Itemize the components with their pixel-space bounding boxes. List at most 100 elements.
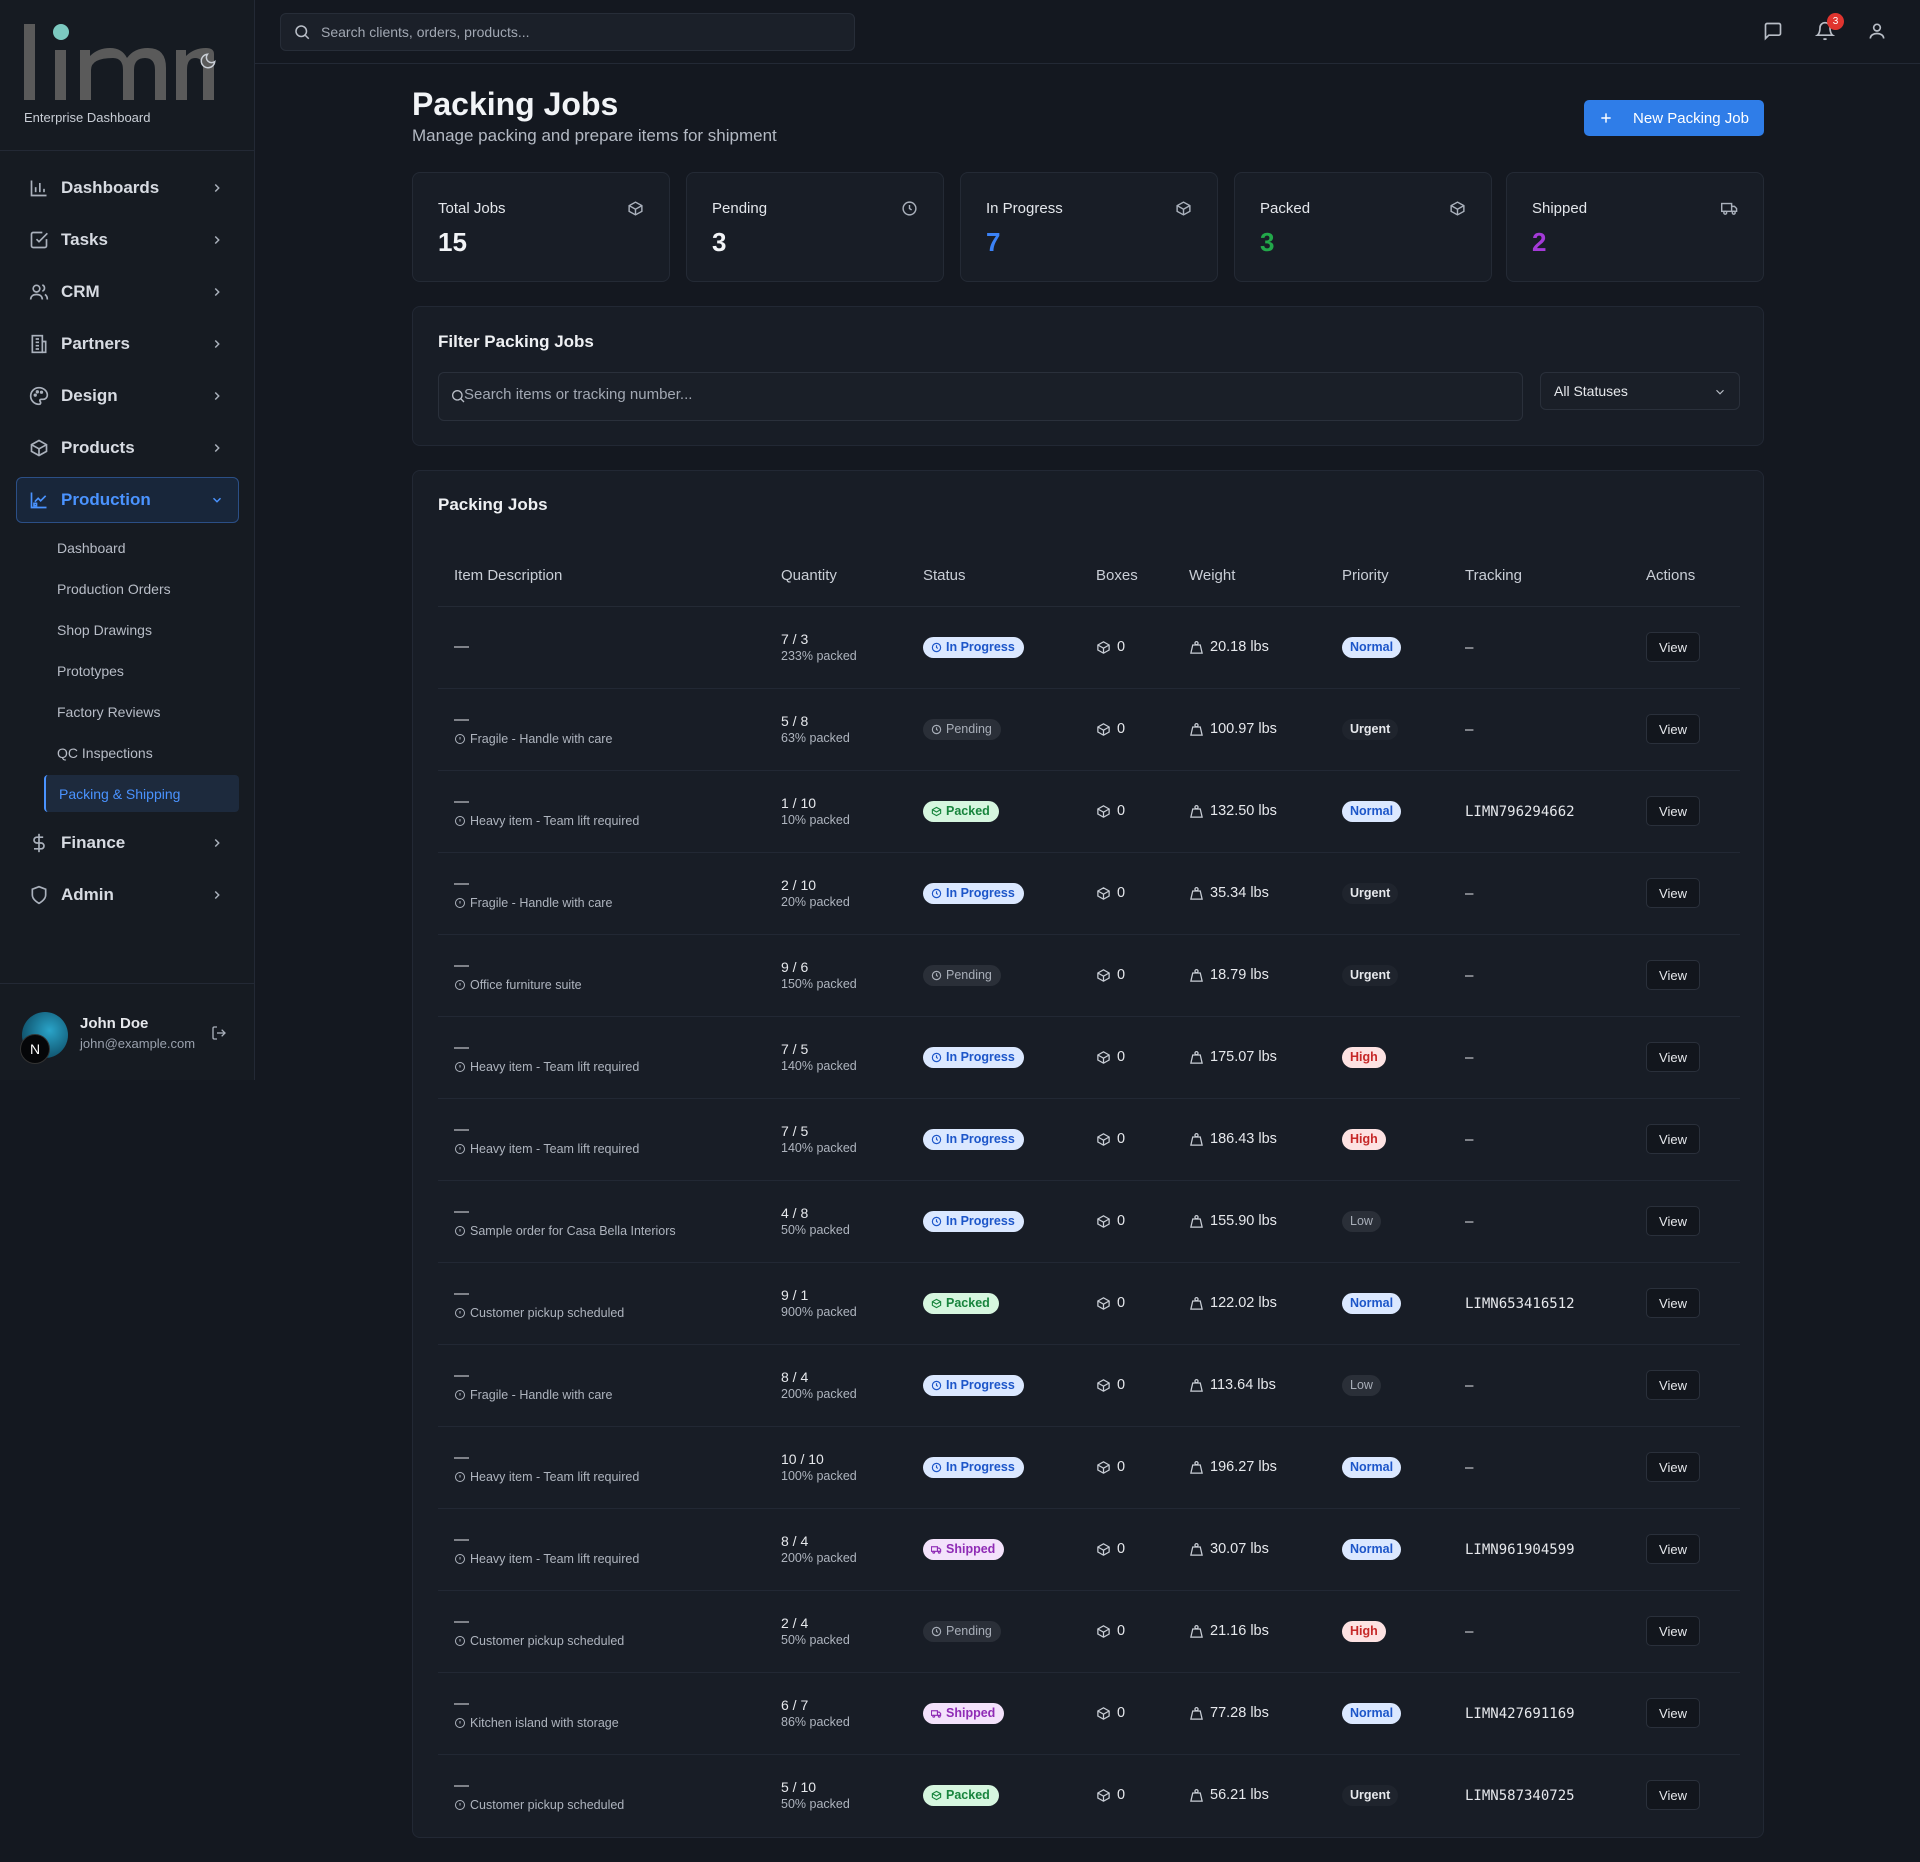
item-note-text: Heavy item - Team lift required bbox=[470, 1470, 640, 1484]
table-row[interactable]: — Heavy item - Team lift required 8 / 4 20… bbox=[438, 1508, 1740, 1591]
priority-badge: Normal bbox=[1342, 800, 1402, 822]
column-header[interactable]: Item Description bbox=[438, 546, 765, 607]
view-button[interactable]: View bbox=[1646, 796, 1700, 826]
status-badge: In Progress bbox=[923, 1046, 1024, 1068]
cell-item-description: — Heavy item - Team lift required bbox=[438, 1016, 765, 1099]
table-row[interactable]: — Heavy item - Team lift required 7 / 5 14… bbox=[438, 1098, 1740, 1181]
table-row[interactable]: — 7 / 3 233% packed In Progress 0 20.18 l… bbox=[438, 606, 1740, 689]
status-text: In Progress bbox=[946, 1132, 1015, 1146]
view-button[interactable]: View bbox=[1646, 1370, 1700, 1400]
sidebar-item-design[interactable]: Design bbox=[16, 373, 239, 419]
box-icon bbox=[1096, 1378, 1111, 1393]
sidebar-item-label: Partners bbox=[61, 334, 130, 353]
column-header[interactable]: Boxes bbox=[1080, 546, 1173, 607]
cell-boxes: 0 bbox=[1080, 934, 1173, 1017]
subnav-item-production-orders[interactable]: Production Orders bbox=[44, 570, 239, 607]
view-button[interactable]: View bbox=[1646, 1288, 1700, 1318]
subnav-item-factory-reviews[interactable]: Factory Reviews bbox=[44, 693, 239, 730]
column-header[interactable]: Tracking bbox=[1449, 546, 1630, 607]
view-button[interactable]: View bbox=[1646, 1124, 1700, 1154]
message-icon[interactable] bbox=[1763, 21, 1783, 41]
table-row[interactable]: — Customer pickup scheduled 9 / 1 900% pac… bbox=[438, 1262, 1740, 1345]
global-search[interactable] bbox=[280, 13, 855, 51]
table-row[interactable]: — Customer pickup scheduled 2 / 4 50% pack… bbox=[438, 1590, 1740, 1673]
view-button[interactable]: View bbox=[1646, 878, 1700, 908]
table-row[interactable]: — Sample order for Casa Bella Interiors 4… bbox=[438, 1180, 1740, 1263]
view-button[interactable]: View bbox=[1646, 1698, 1700, 1728]
table-row[interactable]: — Heavy item - Team lift required 1 / 10 1… bbox=[438, 770, 1740, 853]
subnav-item-packing-shipping[interactable]: Packing & Shipping bbox=[44, 775, 239, 812]
cell-item-description: — Heavy item - Team lift required bbox=[438, 1426, 765, 1509]
new-packing-job-button[interactable]: New Packing Job bbox=[1584, 100, 1764, 136]
cell-status: Packed bbox=[907, 770, 1080, 853]
cell-tracking: — bbox=[1449, 1180, 1630, 1263]
subnav-item-shop-drawings[interactable]: Shop Drawings bbox=[44, 611, 239, 648]
column-header[interactable]: Priority bbox=[1326, 546, 1449, 607]
weight-icon bbox=[1189, 1706, 1204, 1721]
tracking-number: — bbox=[1465, 1377, 1474, 1394]
view-button[interactable]: View bbox=[1646, 1534, 1700, 1564]
column-header[interactable]: Quantity bbox=[765, 546, 907, 607]
column-header[interactable]: Status bbox=[907, 546, 1080, 607]
user-icon[interactable] bbox=[1867, 21, 1887, 41]
sidebar-item-crm[interactable]: CRM bbox=[16, 269, 239, 315]
filter-search-input[interactable] bbox=[464, 386, 1504, 403]
box-icon bbox=[1096, 1050, 1111, 1065]
cell-item-description: — Sample order for Casa Bella Interiors bbox=[438, 1180, 765, 1263]
status-text: Pending bbox=[946, 968, 992, 982]
moon-icon[interactable] bbox=[199, 52, 219, 72]
view-button[interactable]: View bbox=[1646, 1206, 1700, 1236]
cell-weight: 30.07 lbs bbox=[1173, 1508, 1326, 1591]
subnav-item-dashboard[interactable]: Dashboard bbox=[44, 529, 239, 566]
subnav-item-qc-inspections[interactable]: QC Inspections bbox=[44, 734, 239, 771]
table-row[interactable]: — Heavy item - Team lift required 7 / 5 14… bbox=[438, 1016, 1740, 1099]
box-icon bbox=[1449, 200, 1466, 217]
table-row[interactable]: — Customer pickup scheduled 5 / 10 50% pac… bbox=[438, 1754, 1740, 1836]
table-row[interactable]: — Office furniture suite 9 / 6 150% packed… bbox=[438, 934, 1740, 1017]
global-search-input[interactable] bbox=[321, 24, 841, 40]
cell-priority: Normal bbox=[1326, 1426, 1449, 1509]
table-row[interactable]: — Heavy item - Team lift required 10 / 10… bbox=[438, 1426, 1740, 1509]
cell-item-description: — Heavy item - Team lift required bbox=[438, 1098, 765, 1181]
sidebar-item-dashboards[interactable]: Dashboards bbox=[16, 165, 239, 211]
filter-search[interactable] bbox=[438, 372, 1523, 421]
sidebar-item-products[interactable]: Products bbox=[16, 425, 239, 471]
status-select[interactable]: All Statuses bbox=[1540, 372, 1740, 410]
packed-percent: 50% packed bbox=[781, 1223, 850, 1237]
cell-tracking: LIMN961904599 bbox=[1449, 1508, 1630, 1591]
sidebar-item-production[interactable]: Production bbox=[16, 477, 239, 523]
sidebar-item-admin[interactable]: Admin bbox=[16, 872, 239, 918]
table-row[interactable]: — Fragile - Handle with care 5 / 8 63% pac… bbox=[438, 688, 1740, 771]
sidebar-item-finance[interactable]: Finance bbox=[16, 820, 239, 866]
sidebar-item-tasks[interactable]: Tasks bbox=[16, 217, 239, 263]
sidebar-item-partners[interactable]: Partners bbox=[16, 321, 239, 367]
brand-logo[interactable]: limn bbox=[24, 20, 214, 102]
view-button[interactable]: View bbox=[1646, 1780, 1700, 1811]
boxes-count: 0 bbox=[1117, 1705, 1126, 1721]
view-button[interactable]: View bbox=[1646, 632, 1700, 662]
view-button[interactable]: View bbox=[1646, 1042, 1700, 1072]
sidebar-item-label: Tasks bbox=[61, 230, 108, 249]
table-row[interactable]: — Fragile - Handle with care 2 / 10 20% pa… bbox=[438, 852, 1740, 935]
column-header[interactable]: Weight bbox=[1173, 546, 1326, 607]
cell-tracking: LIMN587340725 bbox=[1449, 1754, 1630, 1836]
quantity-value: 9 / 6 bbox=[781, 959, 809, 975]
view-button[interactable]: View bbox=[1646, 1616, 1700, 1646]
view-button[interactable]: View bbox=[1646, 1452, 1700, 1482]
view-button[interactable]: View bbox=[1646, 960, 1700, 990]
cell-priority: Urgent bbox=[1326, 934, 1449, 1017]
table-row[interactable]: — Fragile - Handle with care 8 / 4 200% pa… bbox=[438, 1344, 1740, 1427]
cell-weight: 186.43 lbs bbox=[1173, 1098, 1326, 1181]
weight-value: 56.21 lbs bbox=[1210, 1787, 1269, 1804]
subnav-item-prototypes[interactable]: Prototypes bbox=[44, 652, 239, 689]
cell-boxes: 0 bbox=[1080, 1672, 1173, 1755]
dollar-icon bbox=[29, 833, 49, 853]
item-description: — bbox=[454, 1367, 469, 1384]
quantity-value: 9 / 1 bbox=[781, 1287, 809, 1303]
status-badge: Pending bbox=[923, 718, 1001, 740]
status-text: Pending bbox=[946, 1624, 992, 1638]
view-button[interactable]: View bbox=[1646, 714, 1700, 744]
logout-icon[interactable] bbox=[211, 1025, 229, 1043]
packed-percent: 20% packed bbox=[781, 895, 850, 909]
table-row[interactable]: — Kitchen island with storage 6 / 7 86% pa… bbox=[438, 1672, 1740, 1755]
